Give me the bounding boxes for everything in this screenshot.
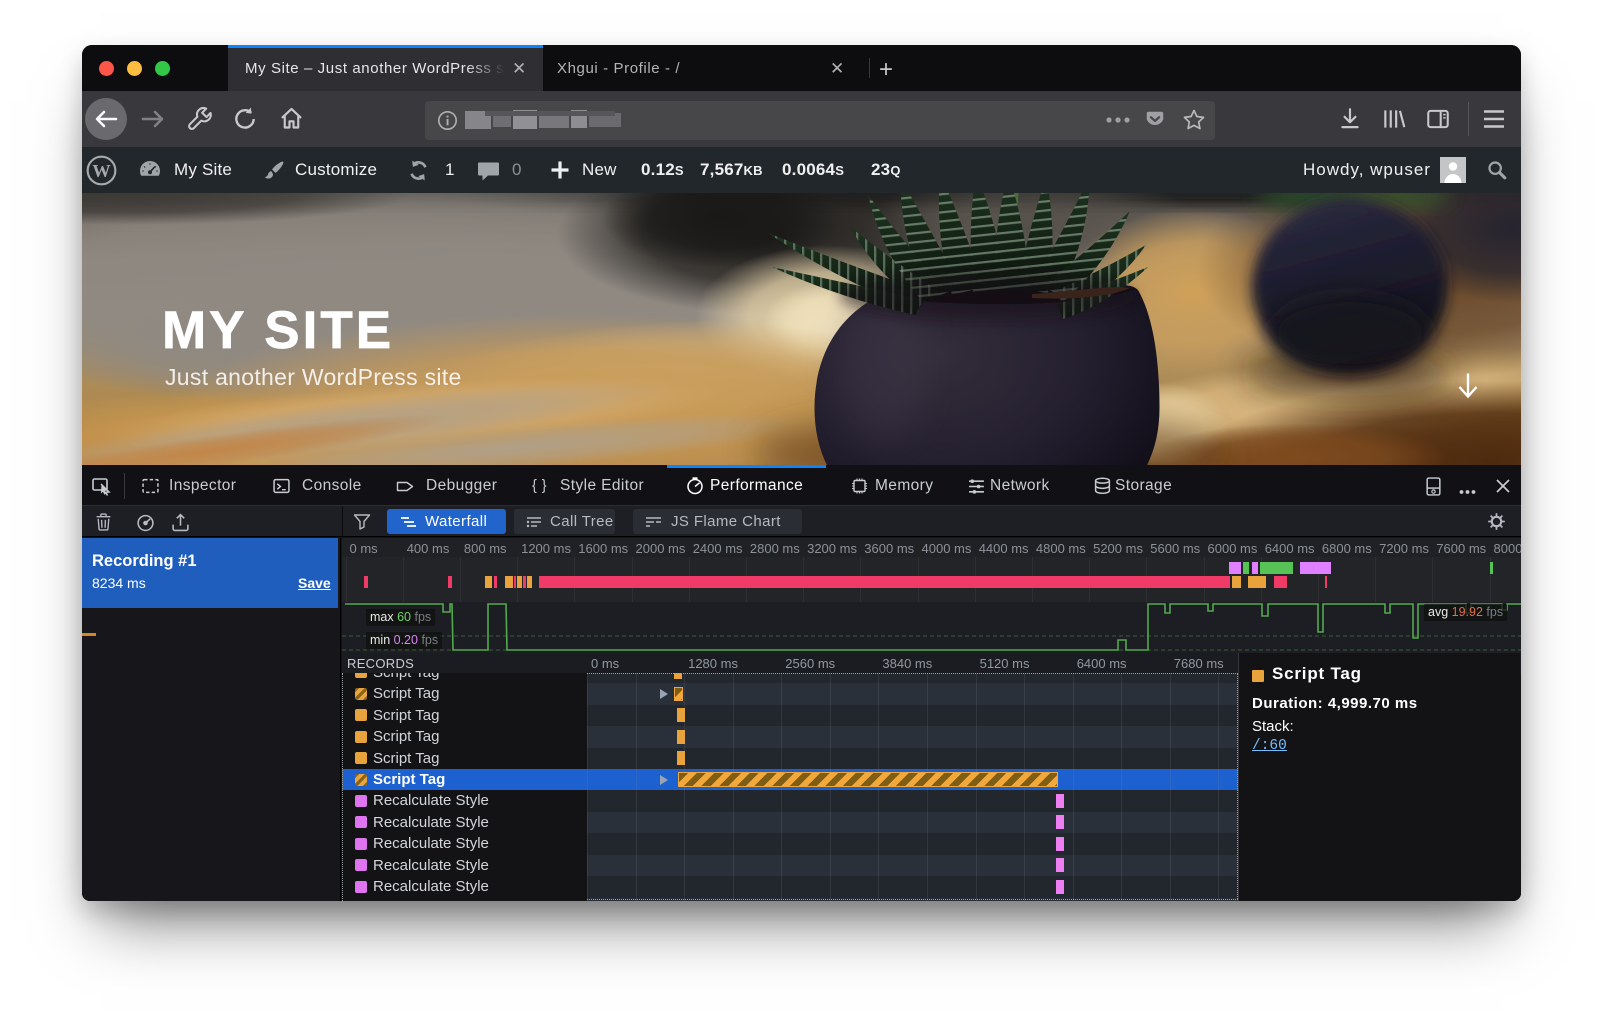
svg-text:W: W xyxy=(92,161,111,181)
